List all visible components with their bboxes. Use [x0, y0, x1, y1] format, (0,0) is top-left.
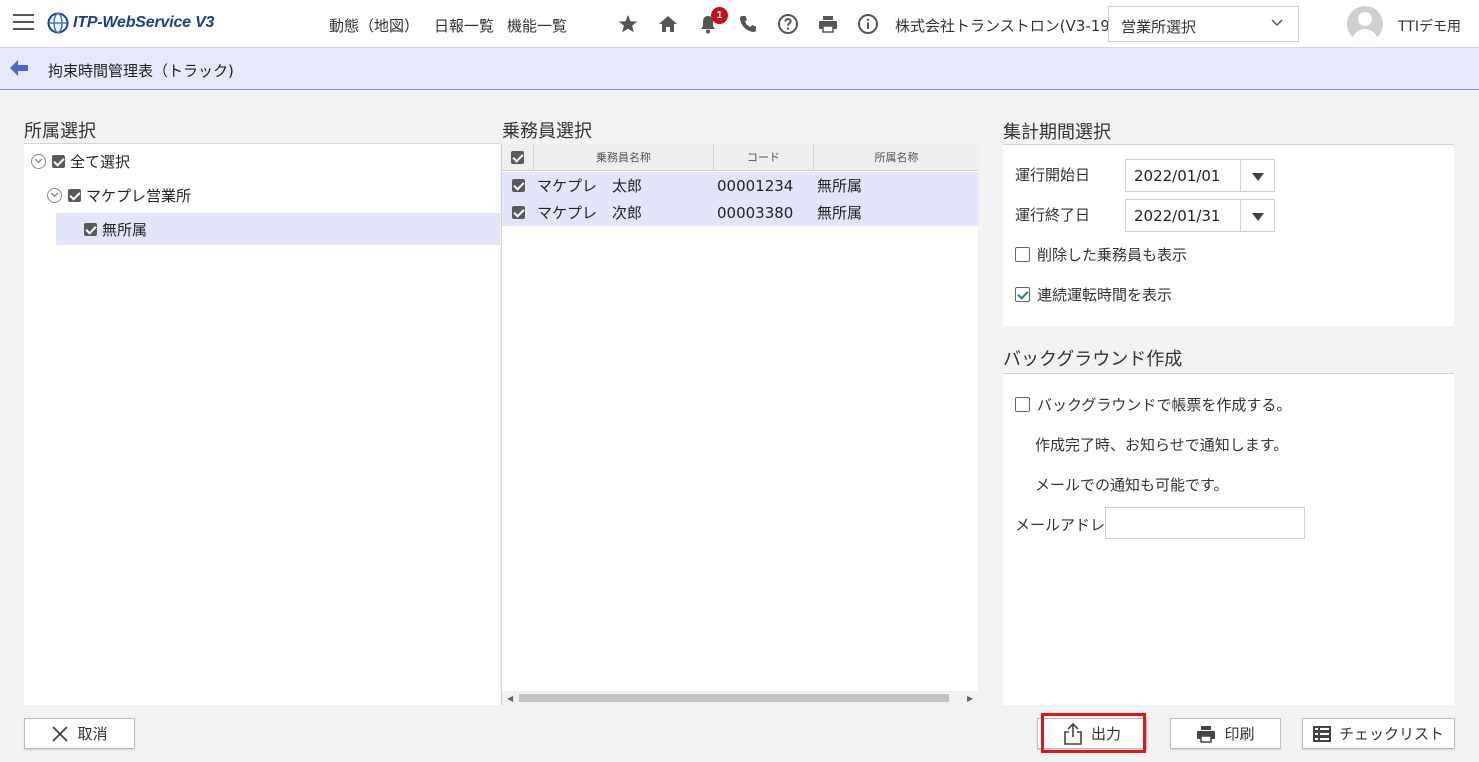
email-field[interactable]	[1105, 507, 1305, 539]
affiliation-title: 所属選択	[24, 121, 96, 142]
app-logo[interactable]: ITP-WebService V3	[47, 10, 214, 36]
scroll-left-icon[interactable]: ◀	[507, 694, 513, 703]
logo-text: ITP-WebService V3	[73, 14, 215, 31]
end-date-input[interactable]: 2022/01/31	[1125, 199, 1275, 232]
horizontal-scrollbar[interactable]: ◀ ▶	[502, 691, 979, 705]
nav-daily-report[interactable]: 日報一覧	[434, 15, 494, 36]
notification-badge: 1	[711, 7, 728, 24]
list-icon	[1312, 725, 1331, 742]
table-row[interactable]: マケプレ 太郎 00001234 無所属	[502, 172, 979, 199]
start-date-label: 運行開始日	[1015, 166, 1091, 184]
print-icon	[1197, 725, 1216, 743]
home-icon[interactable]	[657, 13, 679, 35]
background-title: バックグラウンド作成	[1003, 349, 1183, 370]
info-icon[interactable]	[857, 13, 879, 35]
star-icon[interactable]	[617, 13, 639, 35]
page-title: 拘束時間管理表（トラック)	[48, 62, 234, 80]
cancel-label: 取消	[77, 725, 108, 743]
checkbox[interactable]	[52, 154, 65, 168]
back-button[interactable]	[0, 48, 38, 89]
app-header: ITP-WebService V3 動態（地図） 日報一覧 機能一覧 1 株式会…	[0, 0, 1479, 48]
phone-icon[interactable]	[737, 13, 759, 35]
cell-name: マケプレ 太郎	[537, 177, 643, 195]
show-deleted-option[interactable]: 削除した乗務員も表示	[1015, 244, 1187, 265]
expand-icon[interactable]	[47, 187, 62, 203]
checkbox[interactable]	[84, 222, 97, 236]
column-header[interactable]: 乗務員名称	[534, 144, 714, 170]
dropdown-arrow-icon[interactable]	[1252, 213, 1264, 221]
tree-item-label: 全て選択	[70, 152, 131, 171]
background-option[interactable]: バックグラウンドで帳票を作成する。	[1015, 394, 1291, 415]
affiliation-tree: 全て選択 マケプレ営業所 無所属	[24, 143, 500, 705]
close-icon	[52, 725, 69, 742]
office-select[interactable]: 営業所選択	[1108, 6, 1299, 42]
tree-item-unassigned[interactable]: 無所属	[56, 213, 500, 245]
cell-affiliation: 無所属	[817, 204, 863, 222]
print-button[interactable]: 印刷	[1170, 718, 1281, 749]
username[interactable]: TTIデモ用	[1398, 16, 1461, 36]
crew-title: 乗務員選択	[502, 121, 592, 142]
show-continuous-option[interactable]: 連続運転時間を表示	[1015, 284, 1172, 305]
cell-code: 00003380	[717, 203, 794, 222]
background-panel: バックグラウンドで帳票を作成する。 作成完了時、お知らせで通知します。 メールで…	[1003, 373, 1454, 705]
show-continuous-label: 連続運転時間を表示	[1037, 286, 1173, 304]
avatar[interactable]	[1347, 6, 1383, 42]
office-select-value: 営業所選択	[1121, 18, 1197, 36]
arrow-left-icon	[10, 60, 28, 76]
tree-item-all[interactable]: 全て選択	[31, 145, 130, 177]
background-option-label: バックグラウンドで帳票を作成する。	[1037, 396, 1292, 414]
print-icon[interactable]	[817, 13, 839, 35]
end-date-label: 運行終了日	[1015, 206, 1091, 224]
select-all-cell[interactable]	[502, 144, 534, 170]
globe-icon	[47, 12, 69, 34]
grid-header: 乗務員名称 コード 所属名称	[502, 144, 979, 171]
tree-item-label: マケプレ営業所	[86, 186, 192, 205]
period-title: 集計期間選択	[1003, 122, 1111, 143]
cell-name: マケプレ 次郎	[537, 204, 643, 222]
help-icon[interactable]	[777, 13, 799, 35]
table-row[interactable]: マケプレ 次郎 00003380 無所属	[502, 199, 979, 226]
row-checkbox[interactable]	[511, 206, 525, 219]
column-header[interactable]: コード	[714, 144, 814, 170]
show-deleted-label: 削除した乗務員も表示	[1037, 246, 1188, 264]
checklist-label: チェックリスト	[1338, 725, 1444, 743]
chevron-down-icon	[1271, 19, 1283, 27]
company-name: 株式会社トランストロン(V3-19)	[895, 17, 1116, 35]
tree-item-label: 無所属	[102, 220, 148, 239]
nav-functions[interactable]: 機能一覧	[507, 15, 567, 36]
end-date-value: 2022/01/31	[1134, 207, 1221, 225]
cancel-button[interactable]: 取消	[24, 718, 135, 749]
period-panel: 運行開始日 2022/01/01 運行終了日 2022/01/31 削除した乗務…	[1003, 144, 1454, 326]
show-continuous-checkbox[interactable]	[1015, 287, 1030, 302]
menu-icon[interactable]	[13, 14, 34, 32]
print-label: 印刷	[1224, 725, 1255, 743]
start-date-input[interactable]: 2022/01/01	[1125, 159, 1275, 192]
scrollbar-thumb[interactable]	[519, 694, 949, 702]
expand-icon[interactable]	[31, 153, 46, 169]
select-all-checkbox[interactable]	[511, 150, 524, 164]
background-note-1: 作成完了時、お知らせで通知します。	[1035, 436, 1289, 454]
nav-map[interactable]: 動態（地図）	[329, 15, 419, 36]
cell-code: 00001234	[717, 176, 794, 195]
background-note-2: メールでの通知も可能です。	[1035, 476, 1229, 494]
show-deleted-checkbox[interactable]	[1015, 247, 1030, 262]
tree-item-office[interactable]: マケプレ営業所	[47, 179, 191, 211]
cell-affiliation: 無所属	[817, 177, 863, 195]
page-title-bar: 拘束時間管理表（トラック)	[0, 48, 1479, 90]
output-highlight	[1041, 713, 1146, 753]
start-date-value: 2022/01/01	[1134, 167, 1221, 185]
dropdown-arrow-icon[interactable]	[1252, 173, 1264, 181]
background-checkbox[interactable]	[1015, 397, 1030, 412]
column-header[interactable]: 所属名称	[814, 144, 979, 170]
checklist-button[interactable]: チェックリスト	[1302, 718, 1455, 749]
row-checkbox[interactable]	[511, 179, 525, 192]
checkbox[interactable]	[68, 188, 81, 202]
scroll-right-icon[interactable]: ▶	[967, 694, 973, 703]
crew-grid: 乗務員名称 コード 所属名称 マケプレ 太郎 00001234 無所属 マケプレ…	[501, 144, 979, 705]
